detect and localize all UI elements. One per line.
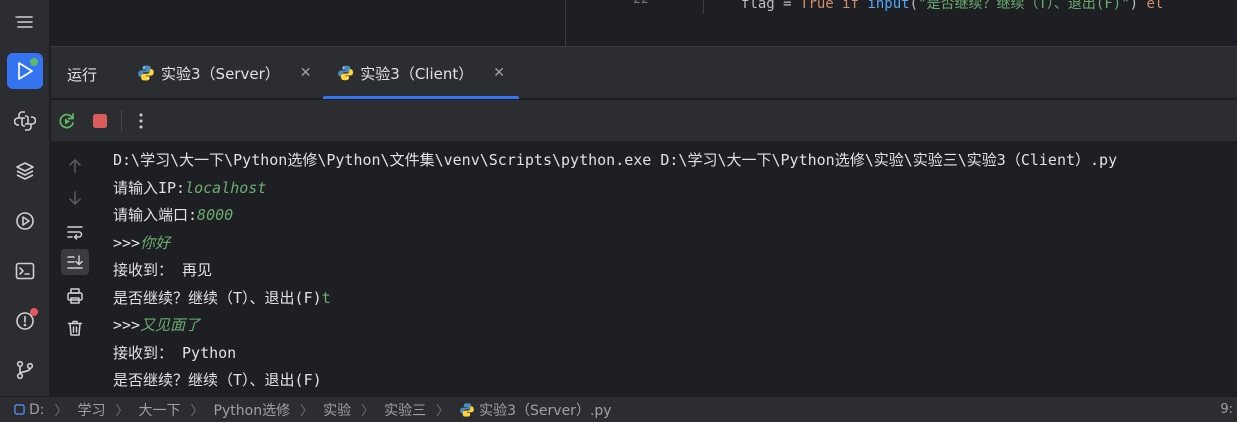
chevron-right-icon: 〉: [436, 404, 450, 419]
user-input: t: [321, 288, 331, 307]
run-status-dot: [30, 58, 38, 66]
trash-icon[interactable]: [61, 315, 89, 341]
module-icon: [14, 404, 25, 415]
close-icon[interactable]: ✕: [493, 65, 505, 81]
breadcrumb-item[interactable]: 实验三: [384, 400, 426, 420]
user-input: 你好: [140, 233, 171, 252]
chevron-right-icon: 〉: [300, 404, 314, 419]
console-line: >>>你好: [113, 233, 171, 252]
run-toolbar: [51, 100, 1237, 142]
run-panel-title: 运行: [67, 66, 98, 84]
editor-gutter-divider: [565, 0, 566, 47]
services-icon[interactable]: [7, 203, 43, 239]
indent-guide: [703, 0, 704, 14]
chevron-right-icon: 〉: [190, 404, 204, 419]
activity-bar: [0, 0, 50, 422]
tab-label: 实验3（Server）: [161, 64, 280, 83]
console-output[interactable]: D:\学习\大一下\Python选修\Python\文件集\venv\Scrip…: [100, 143, 1237, 396]
git-icon[interactable]: [7, 352, 43, 388]
breadcrumb-drive[interactable]: D:: [14, 402, 45, 418]
breadcrumb-item[interactable]: 学习: [78, 400, 106, 420]
console-side-toolbar: [51, 143, 99, 396]
scroll-to-end-icon[interactable]: [61, 249, 89, 275]
console-line: 是否继续？继续（T）、退出(F): [113, 371, 322, 389]
terminal-icon[interactable]: [7, 253, 43, 289]
breadcrumb-label: 大一下: [138, 402, 181, 419]
cursor-position[interactable]: 9:: [1220, 402, 1233, 417]
tab-label: 实验3（Client）: [360, 64, 474, 83]
console-line: 请输入端口:8000: [113, 206, 234, 224]
breadcrumb-label: 实验: [323, 402, 352, 419]
breadcrumb-file[interactable]: 实验3（Server）.py: [459, 400, 612, 420]
tab-server[interactable]: 实验3（Server） ✕: [123, 47, 325, 99]
console-line: 是否继续？继续（T）、退出(F)t: [113, 288, 331, 307]
editor-area[interactable]: 22 flag = True if input("是否继续？继续（T）、退出(F…: [51, 0, 1237, 47]
rerun-icon[interactable]: [55, 109, 79, 133]
user-input: 又见面了: [140, 316, 201, 334]
breadcrumb-label: Python选修: [213, 402, 291, 419]
python-console-icon[interactable]: [7, 103, 43, 139]
console-line: D:\学习\大一下\Python选修\Python\文件集\venv\Scrip…: [113, 151, 1118, 169]
breadcrumb-item[interactable]: 大一下: [139, 400, 181, 420]
print-icon[interactable]: [61, 283, 89, 309]
menu-icon[interactable]: [7, 4, 43, 40]
layers-icon[interactable]: [7, 153, 43, 189]
python-icon: [338, 65, 354, 81]
chevron-right-icon: 〉: [54, 404, 68, 419]
user-input: localhost: [185, 178, 267, 197]
down-arrow-icon[interactable]: [61, 185, 89, 211]
status-bar: D: 〉 学习 〉 大一下 〉 Python选修 〉 实验 〉 实验三 〉 实验…: [0, 396, 1237, 422]
run-icon[interactable]: [7, 53, 43, 89]
breadcrumb-label: D:: [29, 401, 45, 418]
chevron-right-icon: 〉: [115, 404, 129, 419]
breadcrumb-label: 学习: [77, 402, 106, 419]
tab-client[interactable]: 实验3（Client） ✕: [323, 47, 519, 99]
console-line: >>>又见面了: [113, 316, 201, 334]
up-arrow-icon[interactable]: [61, 153, 89, 179]
line-number: 22: [633, 0, 649, 7]
problems-icon[interactable]: [7, 303, 43, 339]
console-line: 接收到： 再见: [113, 261, 213, 279]
breadcrumb-label: 实验3（Server）.py: [479, 402, 612, 419]
python-icon: [460, 402, 474, 417]
console-line: 请输入IP:localhost: [113, 178, 267, 197]
breadcrumb-label: 实验三: [384, 402, 427, 419]
code-line: flag = True if input("是否继续？继续（T）、退出(F)")…: [741, 0, 1164, 12]
run-tool-header: 运行 实验3（Server） ✕ 实验3（Client） ✕: [51, 47, 1237, 99]
problems-badge: [30, 308, 38, 316]
console-line: 接收到： Python: [113, 343, 237, 362]
chevron-right-icon: 〉: [361, 404, 375, 419]
more-icon[interactable]: [129, 109, 153, 133]
breadcrumb-item[interactable]: Python选修: [214, 400, 291, 420]
user-input: 8000: [197, 206, 234, 224]
toolbar-divider: [121, 110, 122, 132]
python-icon: [138, 65, 154, 81]
close-icon[interactable]: ✕: [300, 65, 312, 81]
breadcrumb-item[interactable]: 实验: [323, 400, 351, 420]
soft-wrap-icon[interactable]: [61, 219, 89, 245]
stop-icon[interactable]: [88, 109, 112, 133]
